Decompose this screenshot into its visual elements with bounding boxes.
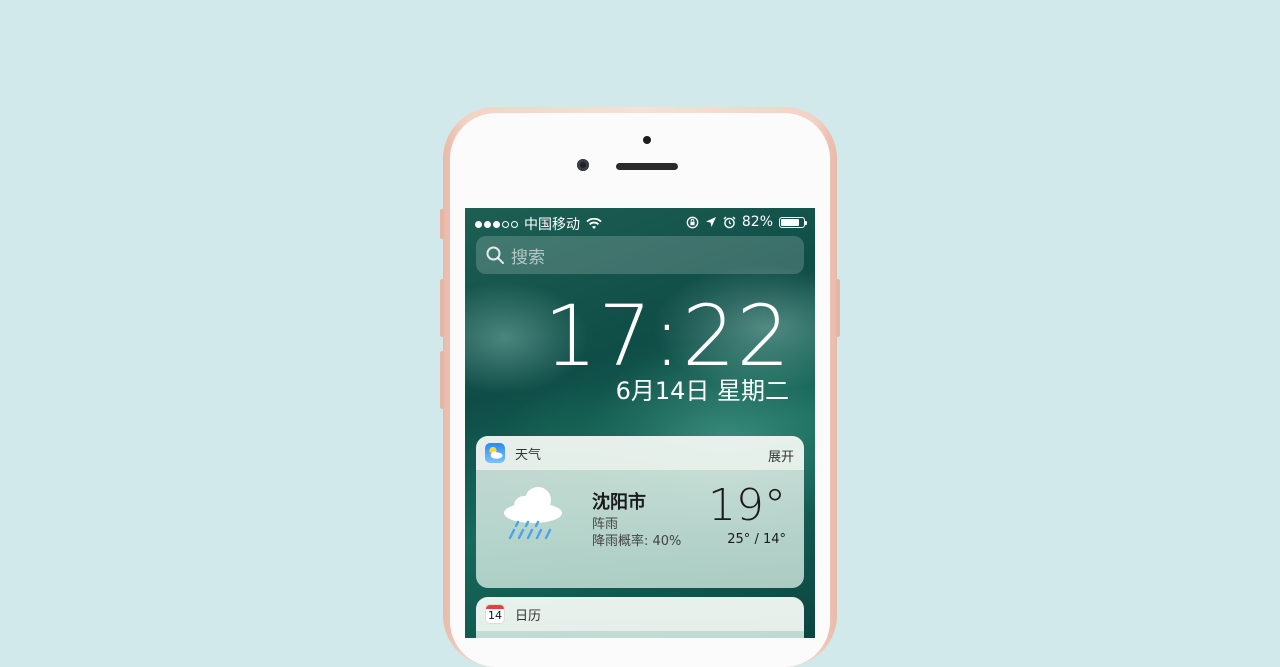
rain-cloud-icon [504,487,562,540]
carrier-name: 中国移动 [524,217,580,233]
status-left: 中国移动 [475,214,602,234]
signal-dot [502,220,509,228]
orientation-lock-icon [686,216,699,228]
weather-widget-title: 天气 [515,447,542,463]
signal-dot [493,220,500,228]
signal-dot [511,220,518,228]
status-bar: 中国移动 82% [465,208,815,238]
wifi-icon [586,218,602,229]
search-placeholder: 搜索 [511,247,545,268]
lock-time: 17:22 [543,287,791,385]
signal-dot [484,220,491,228]
weather-content: 沈阳市 阵雨 降雨概率: 40% 19° 25° / 14° [476,470,804,588]
search-icon [486,246,504,264]
weather-city: 沈阳市 [592,492,646,513]
search-field[interactable]: 搜索 [476,236,804,274]
rain-probability: 降雨概率: 40% [592,534,682,549]
expand-button[interactable]: 展开 [768,446,794,465]
location-arrow-icon [705,217,716,227]
status-right: 82% [686,214,807,230]
volume-down-button [440,351,444,409]
signal-strength-icon [475,220,518,228]
lock-screen: 中国移动 82% 搜索 17:22 6月14日 星期二 天气 展开 沈阳市 阵雨… [465,208,815,638]
power-button [836,279,840,337]
signal-dot [475,220,482,228]
calendar-widget-title: 日历 [515,608,542,624]
earpiece-speaker [616,163,678,170]
calendar-icon-day: 14 [488,609,502,622]
temperature-range: 25° / 14° [727,532,786,547]
volume-up-button [440,279,444,337]
proximity-sensor [643,136,651,144]
weather-widget[interactable]: 天气 展开 沈阳市 阵雨 降雨概率: 40% 19° 25° / 14° [476,436,804,588]
lock-date: 6月14日 星期二 [615,377,789,405]
alarm-clock-icon [723,216,736,228]
calendar-widget[interactable]: 14 日历 [476,597,804,638]
battery-icon [779,216,807,228]
mute-switch [440,209,444,239]
calendar-app-icon: 14 [485,604,505,624]
battery-percent: 82% [741,214,773,230]
weather-app-icon [485,443,505,463]
front-camera [577,159,589,171]
current-temperature: 19° [708,480,786,531]
weather-widget-header: 天气 展开 [476,436,804,470]
